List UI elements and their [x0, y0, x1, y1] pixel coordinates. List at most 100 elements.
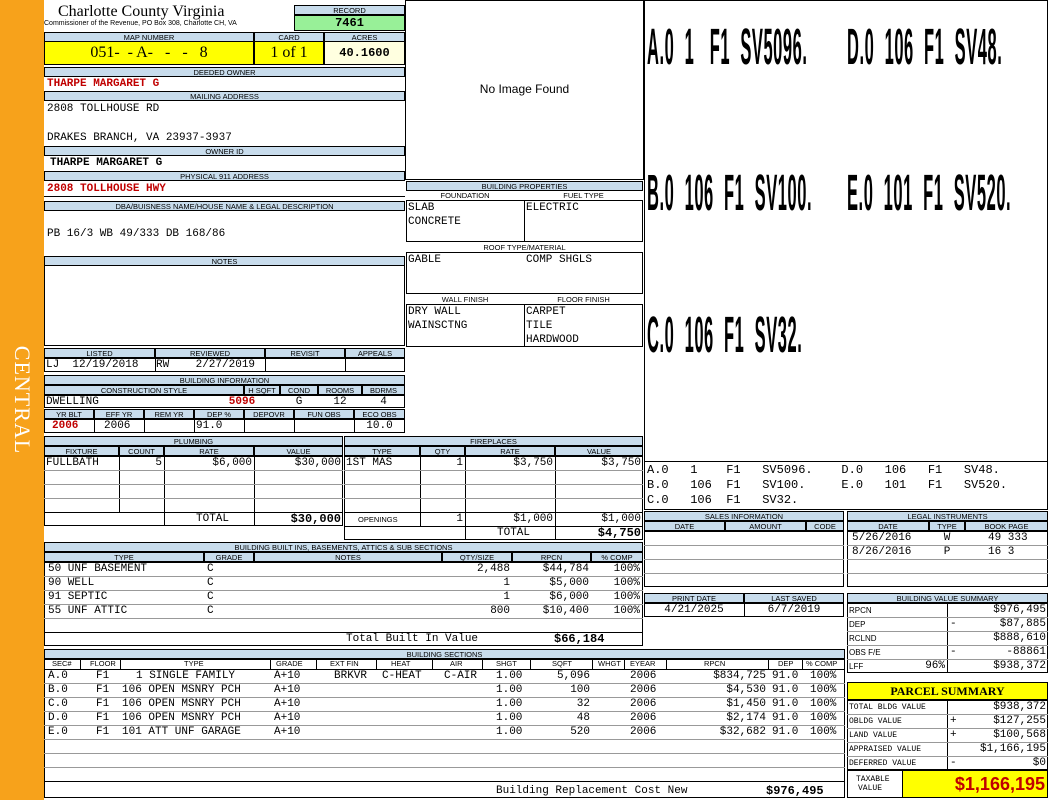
- ecoobs-value: 10.0: [366, 420, 393, 432]
- sketch-label-b-e: B.0 106 F1 SV100.: [647, 165, 813, 222]
- bi-comp-2: 100%: [613, 577, 640, 589]
- bi-comp-1: 100%: [613, 563, 640, 575]
- fuel-type: ELECTRIC: [526, 202, 579, 214]
- bi-rpcn-2: $5,000: [549, 577, 589, 589]
- sketch-label-a-d: A.0 1 F1 SV5096.: [647, 19, 808, 76]
- record-value: 7461: [294, 15, 405, 31]
- fp-rate-label: RATE: [465, 446, 555, 456]
- print-date: 4/21/2025: [664, 604, 724, 616]
- sections-label: BUILDING SECTIONS: [44, 649, 845, 659]
- fp-open-value: $1,000: [601, 513, 641, 525]
- fixture-label: FIXTURE: [44, 446, 119, 456]
- roof-label: ROOF TYPE/MATERIAL: [483, 243, 566, 252]
- bi-qty-3: 1: [503, 591, 510, 603]
- sketch-label-c: C.0 106 F1 SV32.: [647, 307, 803, 364]
- bdrms-label: BDRMS: [362, 385, 405, 395]
- bi-rpcn-3: $6,000: [549, 591, 589, 603]
- plumbing-count: 5: [155, 457, 162, 469]
- bvs-rpcn: $976,495: [993, 604, 1046, 616]
- plumbing-label: PLUMBING: [44, 436, 343, 446]
- appeals-label: APPEALS: [345, 348, 405, 358]
- li-book-1: 49 333: [988, 532, 1028, 544]
- ps-total-bldg: $938,372: [993, 701, 1046, 713]
- ps-deferred-label: DEFERRED VALUE: [849, 759, 917, 768]
- count-label: COUNT: [119, 446, 164, 456]
- bvs-rpcn-label: RPCN: [849, 606, 872, 615]
- sales-amount-label: AMOUNT: [725, 521, 806, 531]
- depovr-label: DEPOVR: [244, 409, 294, 419]
- sketch-legend-1: A.0 1 F1 SV5096. D.0 106 F1 SV48.: [647, 463, 1000, 477]
- dep-label: DEP %: [194, 409, 244, 419]
- li-type-1: W: [943, 532, 951, 544]
- roof-1: GABLE: [408, 254, 442, 266]
- floor-2: TILE: [526, 320, 553, 332]
- cond-value: G: [295, 396, 303, 408]
- floor-3: HARDWOOD: [526, 334, 579, 346]
- legal-label: DBA/BUISNESS NAME/HOUSE NAME & LEGAL DES…: [44, 201, 405, 211]
- fp-open-rate: $1,000: [513, 513, 553, 525]
- taxable-value: $1,166,195: [902, 771, 1047, 797]
- ps-appraised: $1,166,195: [979, 743, 1046, 755]
- yrblt-value: 2006: [52, 420, 79, 432]
- bvs-lff-label: LFF: [849, 662, 864, 671]
- bvs-rclnd-label: RCLND: [849, 634, 877, 643]
- section-row-b: B.0 F1 106 OPEN MSNRY PCH A+10 1.00 100 …: [48, 684, 837, 696]
- foundation-2: CONCRETE: [408, 216, 461, 228]
- li-date-1: 5/26/2016: [852, 532, 912, 544]
- acres-value: 40.1600: [324, 41, 405, 65]
- fp-type: 1ST MAS: [346, 457, 393, 469]
- hsqft-label: H SQFT: [244, 385, 280, 395]
- last-saved-label: LAST SAVED: [744, 593, 844, 603]
- floor-finish-label: FLOOR FINISH: [557, 295, 610, 304]
- building-info-label: BUILDING INFORMATION: [44, 375, 405, 385]
- bi-type-3: 91 SEPTIC: [48, 591, 108, 603]
- taxable-label-1: TAXABLE: [856, 775, 890, 784]
- brcn-label: Building Replacement Cost New: [496, 785, 688, 797]
- sketch-label-d: D.0 106 F1 SV48.: [847, 19, 1003, 76]
- card-value: 1 of 1: [254, 41, 324, 65]
- section-row-d: D.0 F1 106 OPEN MSNRY PCH A+10 1.00 48 2…: [48, 712, 837, 724]
- ps-land-label: LAND VALUE: [849, 731, 898, 740]
- bi-notes-label: NOTES: [254, 552, 442, 562]
- li-date-2: 8/26/2016: [852, 546, 912, 558]
- wall-2: WAINSCTNG: [408, 320, 468, 332]
- last-saved: 6/7/2019: [767, 604, 821, 616]
- plumbing-total-label: TOTAL: [196, 513, 230, 525]
- legal-description: PB 16/3 WB 49/333 DB 168/86: [47, 228, 226, 240]
- ps-obldg-label: OBLDG VALUE: [849, 717, 902, 726]
- plumbing-rate-label: RATE: [164, 446, 254, 456]
- yrblt-label: YR BLT: [44, 409, 94, 419]
- builtins-label: BUILDING BUILT INS, BASEMENTS, ATTICS & …: [44, 542, 643, 552]
- fp-value: $3,750: [601, 457, 641, 469]
- bi-rpcn-4: $10,400: [542, 605, 589, 617]
- ps-obldg: $127,255: [993, 715, 1046, 727]
- bi-total-label: Total Built In Value: [346, 633, 479, 645]
- bi-grade-2: C: [207, 577, 214, 589]
- wall-finish-label: WALL FINISH: [441, 295, 489, 304]
- fp-value-label: VALUE: [555, 446, 643, 456]
- remyr-label: REM YR: [144, 409, 194, 419]
- deeded-owner-label: DEEDED OWNER: [44, 67, 405, 77]
- bvs-obs-label: OBS F/E: [849, 648, 881, 657]
- rooms-value: 12: [333, 396, 347, 408]
- bvs-rclnd: $888,610: [993, 632, 1046, 644]
- bi-comp-3: 100%: [613, 591, 640, 603]
- listed-value: LJ 12/19/2018: [46, 359, 139, 371]
- effyr-label: EFF YR: [94, 409, 144, 419]
- li-date-label: DATE: [847, 521, 929, 531]
- dep-value: 91.0: [196, 420, 223, 432]
- foundation-1: SLAB: [408, 202, 435, 214]
- sketch-label-e: E.0 101 F1 SV520.: [847, 165, 1012, 222]
- floor-1: CARPET: [526, 306, 566, 318]
- reviewed-label: REVIEWED: [155, 348, 265, 358]
- li-type-2: P: [943, 546, 951, 558]
- ps-land: $100,568: [993, 729, 1046, 741]
- mailing-address-label: MAILING ADDRESS: [44, 91, 405, 101]
- brcn-value: $976,495: [766, 784, 824, 798]
- sales-label: SALES INFORMATION: [644, 511, 844, 521]
- sketch-panel: A.0 1 F1 SV5096. D.0 106 F1 SV48. B.0 10…: [644, 0, 1048, 510]
- bvs-lff: $938,372: [993, 660, 1046, 672]
- parcel-summary-title: PARCEL SUMMARY: [847, 682, 1048, 700]
- bi-qty-4: 800: [490, 605, 510, 617]
- li-book-2: 16 3: [988, 546, 1015, 558]
